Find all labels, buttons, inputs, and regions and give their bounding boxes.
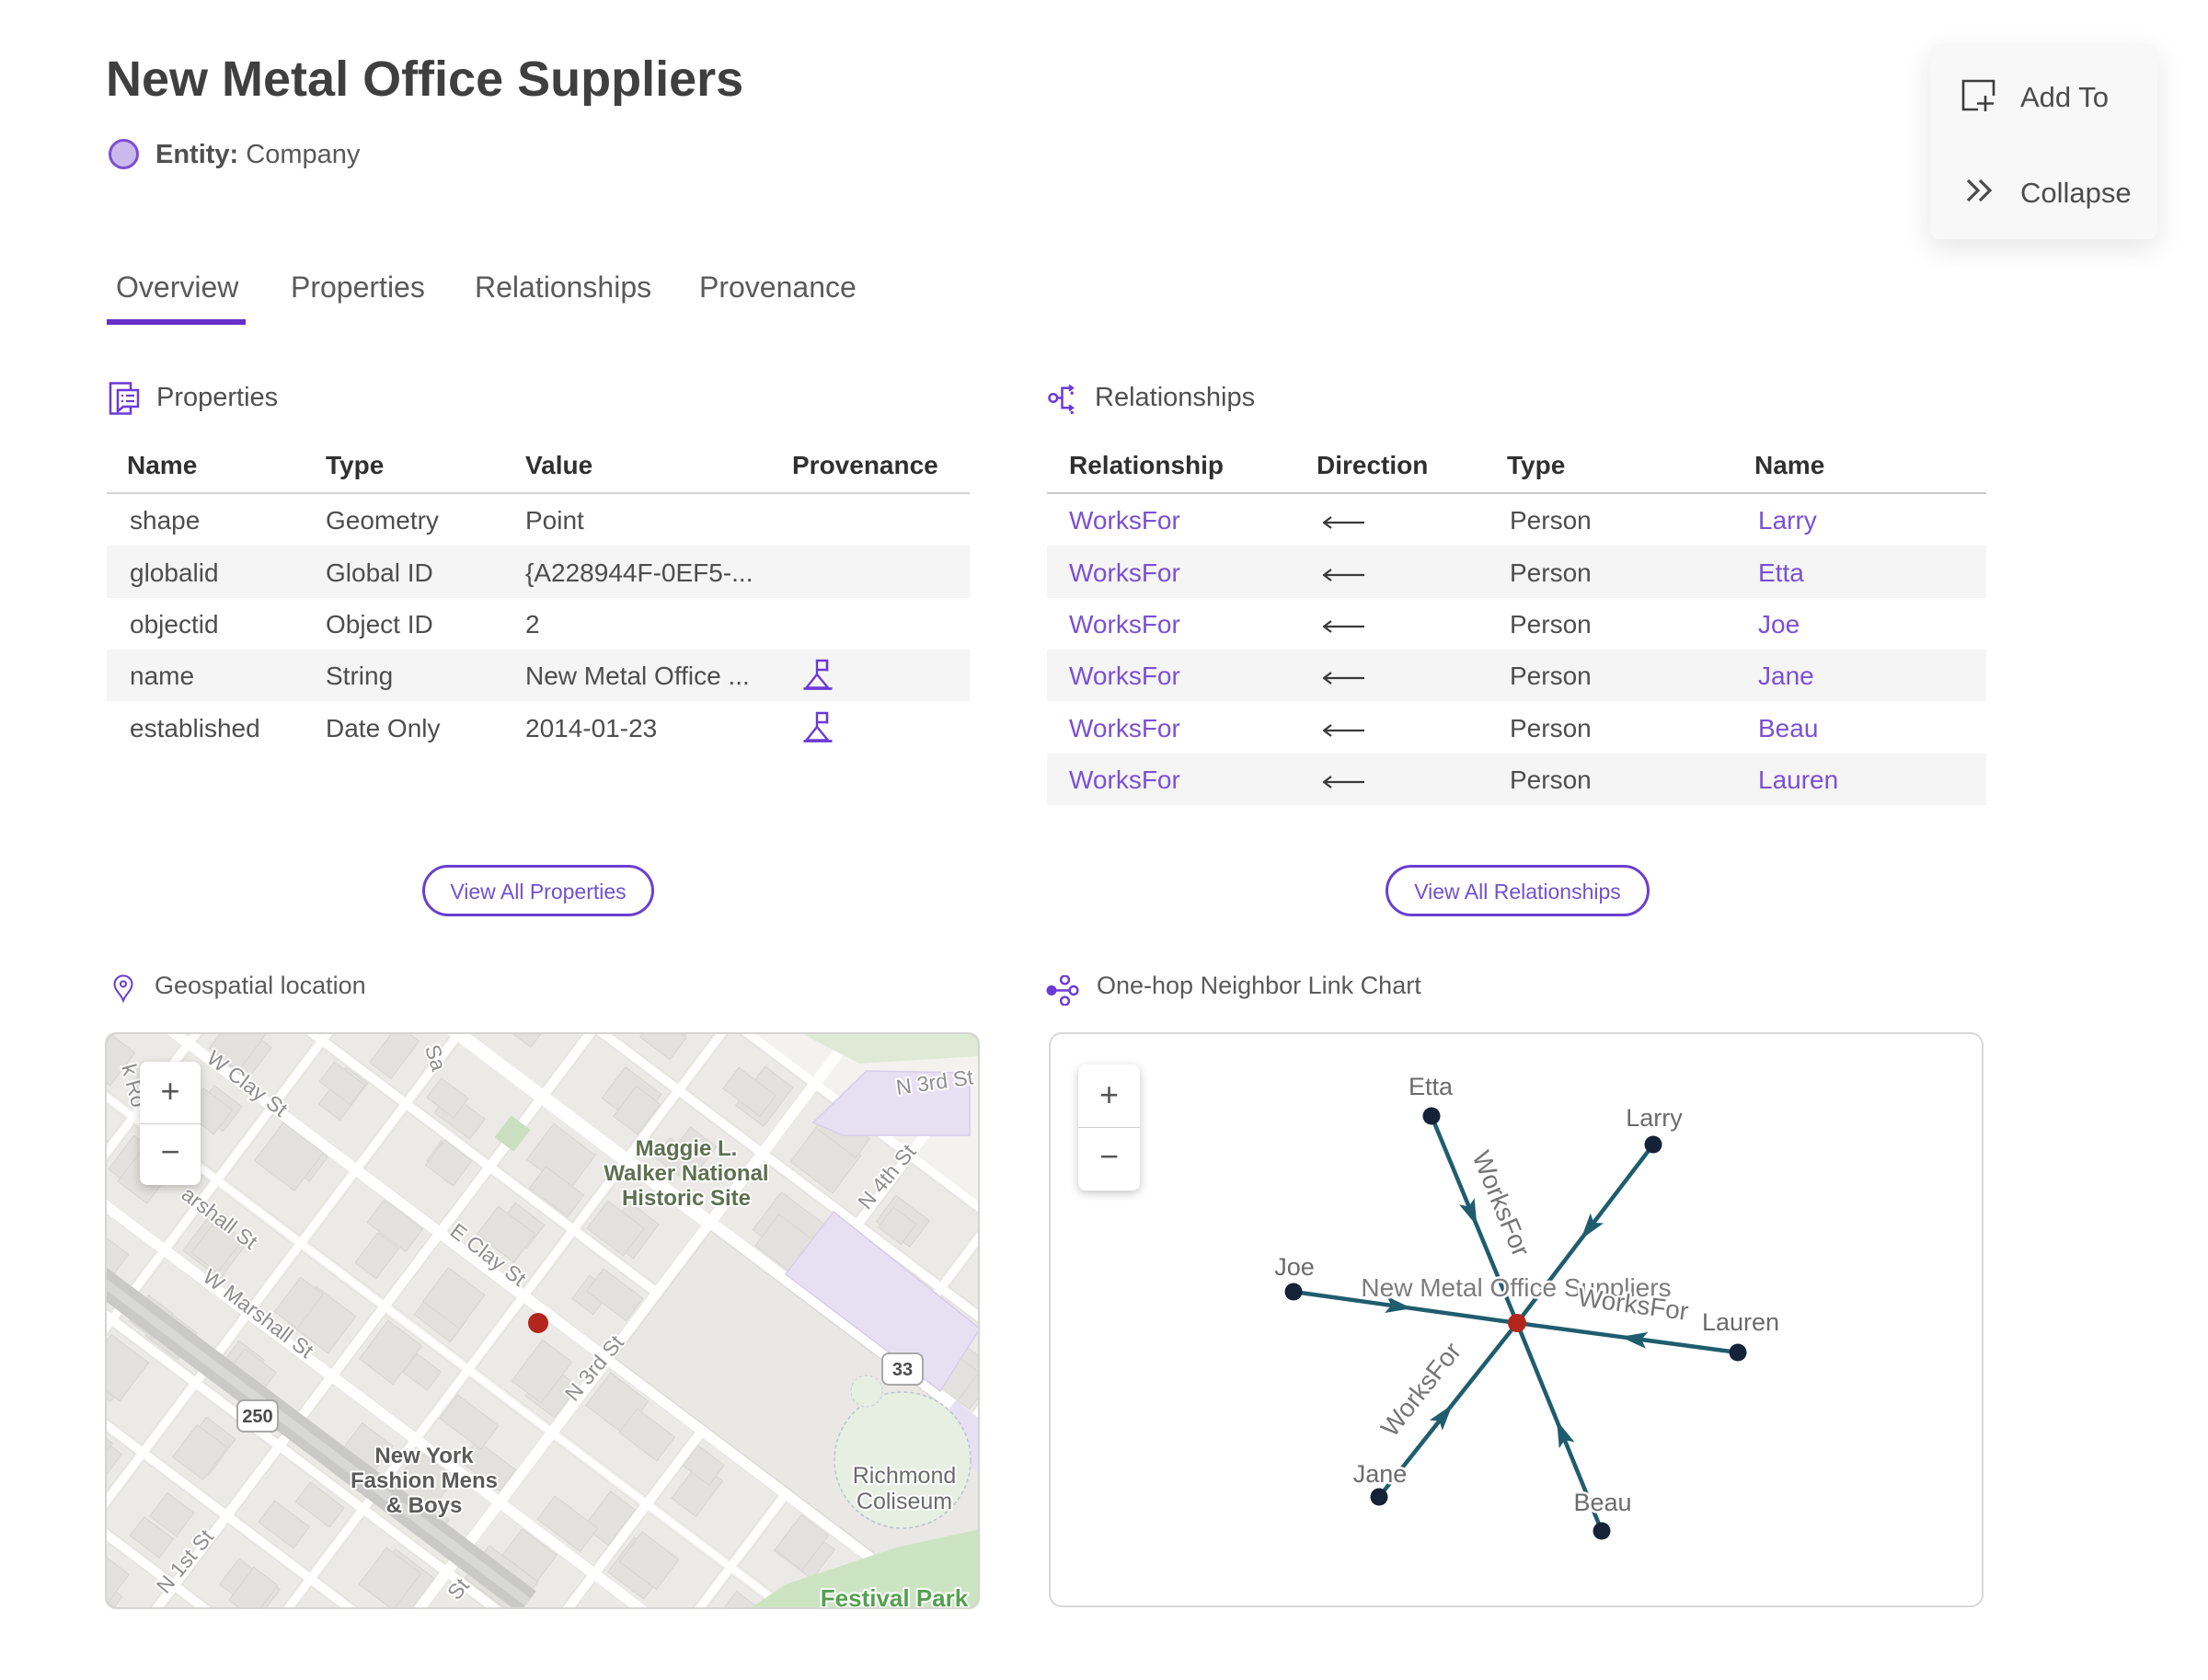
svg-text:Larry: Larry — [1626, 1104, 1683, 1132]
svg-text:250: 250 — [242, 1407, 272, 1427]
svg-text:Historic Site: Historic Site — [622, 1186, 751, 1211]
svg-text:Jane: Jane — [1353, 1460, 1408, 1488]
svg-text:Fashion Mens: Fashion Mens — [351, 1468, 498, 1493]
svg-text:33: 33 — [892, 1360, 913, 1380]
svg-text:Festival Park: Festival Park — [821, 1584, 969, 1609]
svg-text:New York: New York — [374, 1444, 474, 1468]
svg-text:Richmond: Richmond — [853, 1463, 957, 1489]
svg-text:Maggie L.: Maggie L. — [636, 1136, 738, 1161]
svg-text:Walker National: Walker National — [604, 1161, 768, 1186]
svg-text:Joe: Joe — [1274, 1253, 1315, 1281]
svg-text:Lauren: Lauren — [1702, 1308, 1779, 1336]
svg-text:Etta: Etta — [1409, 1073, 1454, 1100]
svg-text:Beau: Beau — [1573, 1489, 1631, 1516]
svg-text:& Boys: & Boys — [386, 1493, 463, 1518]
svg-text:Coliseum: Coliseum — [857, 1489, 952, 1514]
